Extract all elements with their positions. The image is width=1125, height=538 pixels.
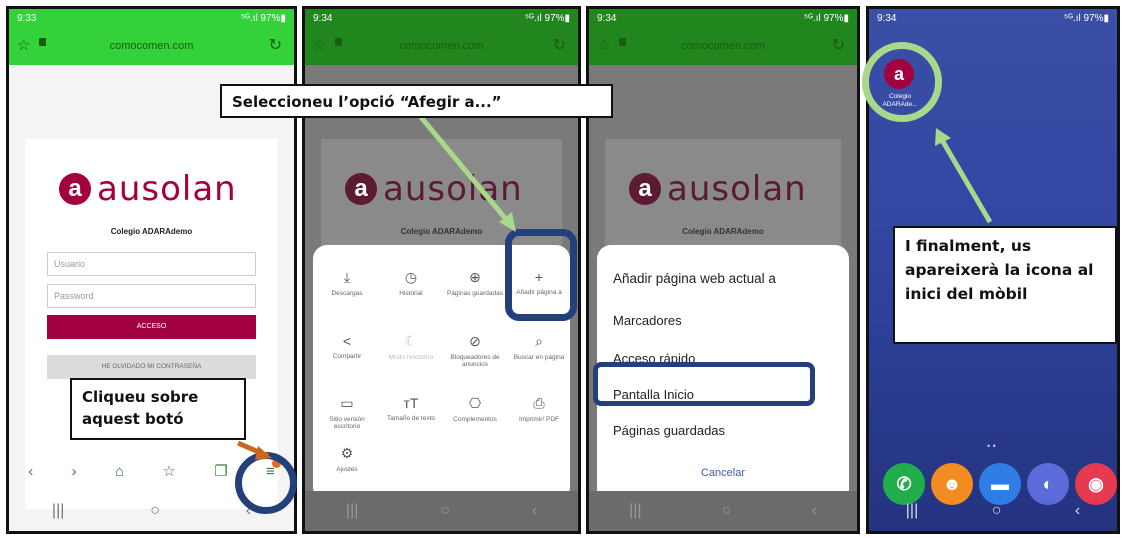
- callout-step-3: I finalment, us apareixerà la icona al i…: [893, 226, 1117, 344]
- orange-arrowhead: [255, 446, 272, 460]
- green-arrow-1: [418, 114, 512, 226]
- callout-step-1: Cliqueu sobre aquest botó: [70, 378, 246, 440]
- callout-step-2: Seleccioneu l’opció “Afegir a...”: [220, 84, 613, 118]
- green-arrow-2: [939, 138, 993, 224]
